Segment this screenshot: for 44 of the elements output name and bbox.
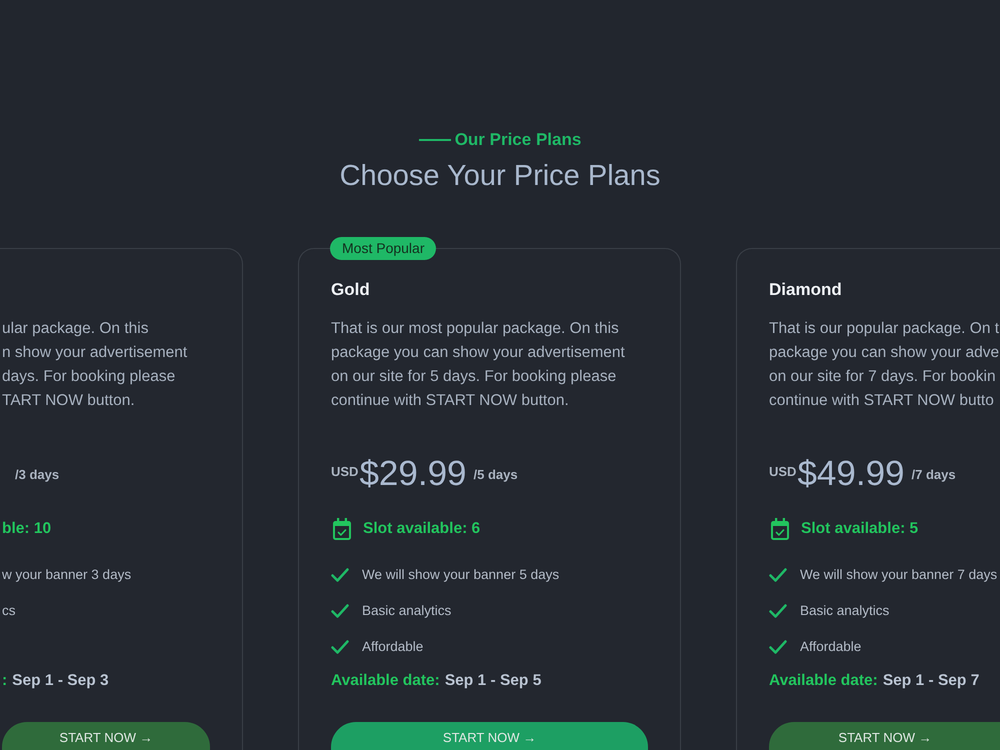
price-amount: $49.99 (797, 453, 905, 495)
feature-text: w your banner 3 days (2, 566, 132, 584)
plan-title: Diamond (769, 279, 842, 301)
section-title: Choose Your Price Plans (340, 159, 660, 194)
feature-text: Affordable (800, 638, 862, 656)
check-icon (769, 640, 787, 654)
check-icon (769, 604, 787, 618)
calendar-icon (771, 518, 789, 540)
feature-text: We will show your banner 5 days (362, 566, 560, 584)
date-value: Sep 1 - Sep 7 (882, 672, 980, 690)
start-button[interactable]: START NOW → (2, 722, 210, 750)
date-value: Sep 1 - Sep 5 (444, 672, 542, 690)
check-icon (331, 640, 349, 654)
check-icon (769, 568, 787, 582)
date-label: Available date: (769, 672, 878, 690)
slot-count: Slot available: 5 (801, 519, 918, 539)
feature-text: Affordable (362, 638, 424, 656)
feature-text: Basic analytics (362, 602, 452, 620)
plan-title: Gold (331, 279, 370, 301)
check-icon (331, 604, 349, 618)
plan-description: That is our most popular package. On this package you can show your advertisement on our site for 5 days. For booking please continue with START NOW button. (331, 319, 626, 411)
check-icon (331, 568, 349, 582)
plan-description: ular package. On this n show your advertisement days. For booking please TART NOW button. (2, 319, 188, 411)
price-period: /3 days (15, 466, 60, 482)
section-label: Our Price Plans (454, 129, 582, 151)
currency-label: USD (769, 464, 796, 478)
calendar-icon (333, 518, 351, 540)
plan-description: That is our popular package. On t package you can show your adve on our site for 7 days. For bookin continue with START NOW butto (769, 319, 1000, 411)
date-value: Sep 1 - Sep 3 (12, 672, 109, 690)
feature-text: We will show your banner 7 days (800, 566, 998, 584)
price-period: /7 days (912, 466, 956, 482)
start-button[interactable]: START NOW → (769, 722, 1000, 750)
slot-count: ble: 10 (2, 519, 52, 539)
date-label: Available date: (331, 672, 440, 690)
currency-label: USD (331, 464, 358, 478)
slot-count: Slot available: 6 (363, 519, 480, 539)
start-button[interactable]: START NOW → (331, 722, 648, 750)
feature-text: cs (2, 602, 16, 620)
feature-text: Basic analytics (800, 602, 890, 620)
accent-line (418, 139, 451, 141)
price-period: /5 days (474, 466, 518, 482)
price-amount: $29.99 (359, 453, 467, 495)
date-label: : (2, 672, 8, 690)
popular-badge: Most Popular (330, 237, 436, 260)
